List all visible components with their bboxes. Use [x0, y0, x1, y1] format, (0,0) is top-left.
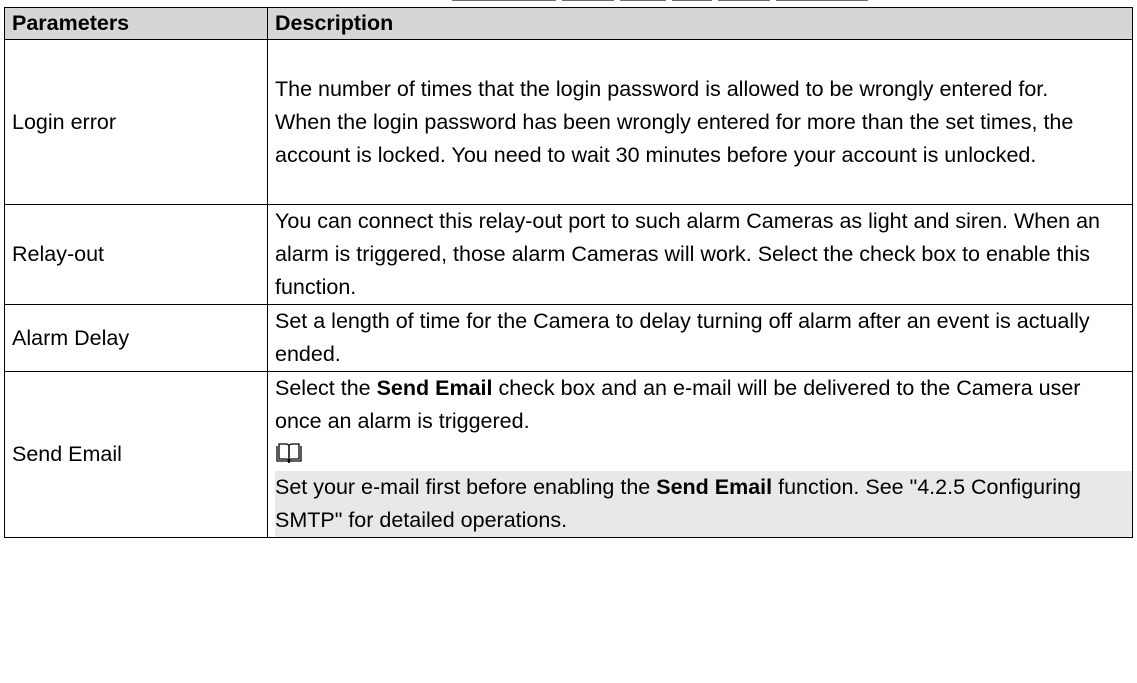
- parameter-cell: Relay-out: [4, 204, 268, 305]
- note-paragraph: Set your e-mail first before enabling th…: [275, 471, 1132, 537]
- note-icon-line: [275, 438, 1132, 471]
- description-cell: Select the Send Email check box and an e…: [267, 371, 1133, 538]
- description-paragraph: Select the Send Email check box and an e…: [275, 372, 1132, 438]
- table-row-alarm-delay: Alarm Delay Set a length of time for the…: [4, 304, 1133, 372]
- table-header-row: Parameters Description: [4, 7, 1133, 40]
- parameter-cell: Alarm Delay: [4, 304, 268, 372]
- description-cell: Set a length of time for the Camera to d…: [267, 304, 1133, 372]
- note-book-icon: [275, 441, 303, 464]
- table-row-send-email: Send Email Select the Send Email check b…: [4, 371, 1133, 538]
- header-parameters: Parameters: [4, 7, 268, 40]
- description-paragraph: The number of times that the login passw…: [275, 76, 1049, 101]
- description-cell: You can connect this relay-out port to s…: [267, 204, 1133, 305]
- header-description: Description: [267, 7, 1133, 40]
- description-paragraph: You can connect this relay-out port to s…: [275, 209, 1100, 299]
- cropped-caption-fragment: [0, 0, 1137, 3]
- description-text: Select the: [275, 376, 377, 400]
- document-page: Parameters Description Login error The n…: [0, 0, 1137, 683]
- parameter-cell: Login error: [4, 39, 268, 205]
- description-bold-text: Send Email: [376, 376, 493, 400]
- parameters-table: Parameters Description Login error The n…: [4, 7, 1133, 538]
- table-row-login-error: Login error The number of times that the…: [4, 39, 1133, 205]
- description-cell: The number of times that the login passw…: [267, 39, 1133, 205]
- note-text: Set your e-mail first before enabling th…: [275, 475, 657, 499]
- description-paragraph: Set a length of time for the Camera to d…: [275, 309, 1090, 366]
- note-bold-text: Send Email: [656, 475, 773, 499]
- parameter-cell: Send Email: [4, 371, 268, 538]
- table-row-relay-out: Relay-out You can connect this relay-out…: [4, 204, 1133, 305]
- description-paragraph: When the login password has been wrongly…: [275, 109, 1074, 167]
